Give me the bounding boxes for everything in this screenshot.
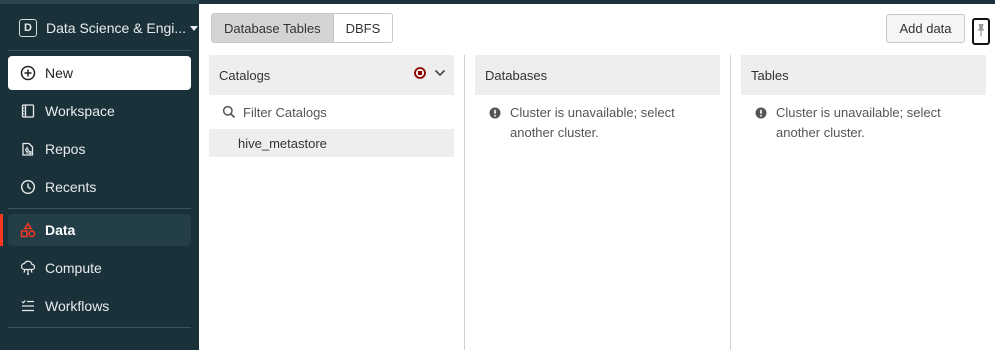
add-data-button[interactable]: Add data [886,14,965,43]
databases-warning-text: Cluster is unavailable; select another c… [510,105,675,140]
caret-down-icon [190,25,199,31]
column-divider [730,55,731,350]
filter-catalogs-placeholder: Filter Catalogs [243,104,327,120]
chevron-down-icon[interactable] [434,67,446,79]
sidebar-item-repos[interactable]: Repos [8,133,191,165]
sidebar-item-label: Recents [45,179,97,195]
data-icon [20,222,36,238]
catalogs-filter[interactable]: Filter Catalogs [209,95,454,129]
tables-title: Tables [751,67,789,83]
catalogs-header-actions [414,67,446,79]
pin-icon [976,22,986,41]
info-icon [487,105,503,121]
workspace-name: Data Science & Engi... [46,20,187,36]
sidebar-item-workspace[interactable]: Workspace [8,95,191,127]
status-stopped-icon[interactable] [414,67,426,79]
search-icon [221,104,237,120]
sidebar-divider [8,50,191,51]
tables-warning-text: Cluster is unavailable; select another c… [776,105,941,140]
workflows-icon [20,298,36,314]
pin-button[interactable] [972,18,990,45]
catalogs-panel: Catalogs Filter Catalogs hive_metastore [209,55,454,157]
tables-panel: Tables Cluster is unavailable; select an… [741,55,986,143]
tables-warning: Cluster is unavailable; select another c… [741,95,986,143]
databases-header: Databases [475,55,720,95]
sidebar-divider [8,327,191,328]
top-border [199,0,995,4]
tab-database-tables[interactable]: Database Tables [212,14,334,42]
sidebar: D Data Science & Engi... New Workspace R… [0,0,199,350]
sidebar-item-label: Workflows [45,298,110,314]
tables-header: Tables [741,55,986,95]
sidebar-item-label: Data [45,222,76,238]
catalogs-header: Catalogs [209,55,454,95]
plus-circle-icon [20,65,36,81]
sidebar-divider [8,208,191,209]
sidebar-item-label: Repos [45,141,86,157]
clock-icon [20,179,36,195]
databases-title: Databases [485,67,548,83]
new-button[interactable]: New [8,56,191,90]
repos-icon [20,141,36,157]
workspace-icon [20,103,36,119]
sidebar-item-label: Workspace [45,103,115,119]
main-content: Database Tables DBFS Add data Catalogs F… [199,0,995,350]
column-divider [464,55,465,350]
sidebar-item-compute[interactable]: Compute [8,252,191,284]
compute-icon [20,260,36,276]
workspace-switcher[interactable]: D Data Science & Engi... [0,10,199,46]
databases-warning: Cluster is unavailable; select another c… [475,95,720,143]
list-item[interactable]: hive_metastore [209,129,454,157]
tab-dbfs[interactable]: DBFS [333,14,393,42]
sidebar-top-border [0,0,199,4]
sidebar-item-recents[interactable]: Recents [8,171,191,203]
active-indicator [0,214,3,246]
new-button-label: New [45,65,74,81]
catalogs-title: Catalogs [219,67,271,83]
sidebar-item-label: Compute [45,260,102,276]
info-icon [753,105,769,121]
view-toggle: Database Tables DBFS [211,13,394,43]
sidebar-item-workflows[interactable]: Workflows [8,290,191,322]
workspace-badge: D [19,19,37,37]
databases-panel: Databases Cluster is unavailable; select… [475,55,720,143]
sidebar-item-data[interactable]: Data [8,214,191,246]
